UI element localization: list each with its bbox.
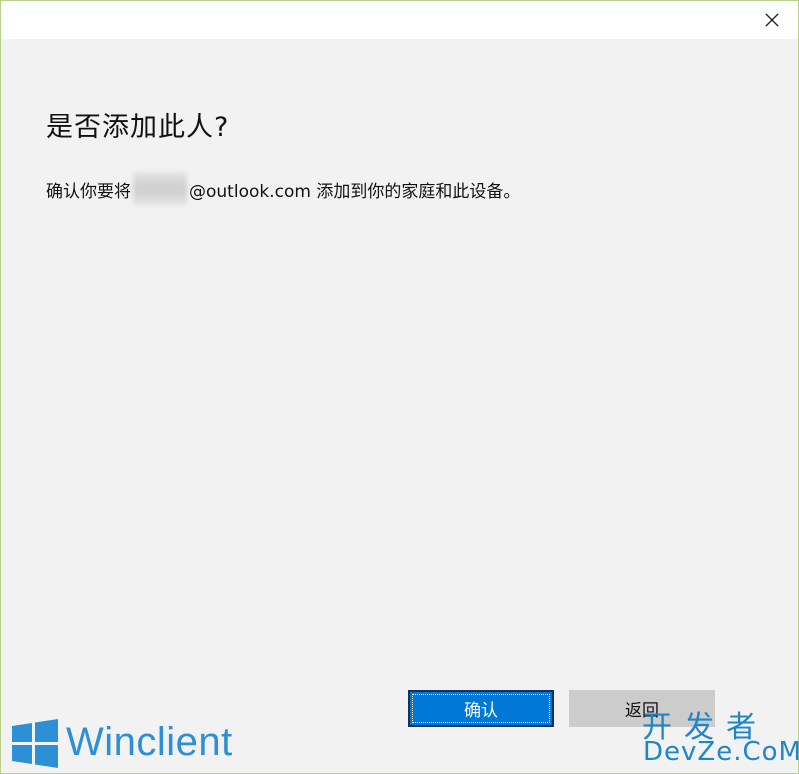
message-suffix: @outlook.com 添加到你的家庭和此设备。 (189, 181, 521, 202)
focus-ring (412, 694, 550, 723)
winclient-watermark: Winclient (66, 720, 233, 764)
confirm-button[interactable]: 确认 (408, 690, 554, 727)
close-button[interactable] (752, 3, 792, 37)
redacted-email-name (133, 172, 187, 206)
title-bar (1, 1, 798, 39)
message-prefix: 确认你要将 (46, 181, 131, 202)
dialog-heading: 是否添加此人? (46, 112, 230, 143)
close-icon (765, 13, 779, 27)
add-person-dialog: 是否添加此人? 确认你要将 @outlook.com 添加到你的家庭和此设备。 … (0, 0, 799, 774)
devze-watermark-en: DevZe.CoM (643, 737, 799, 767)
windows-logo-icon (12, 719, 58, 768)
dialog-message: 确认你要将 @outlook.com 添加到你的家庭和此设备。 (46, 172, 520, 206)
